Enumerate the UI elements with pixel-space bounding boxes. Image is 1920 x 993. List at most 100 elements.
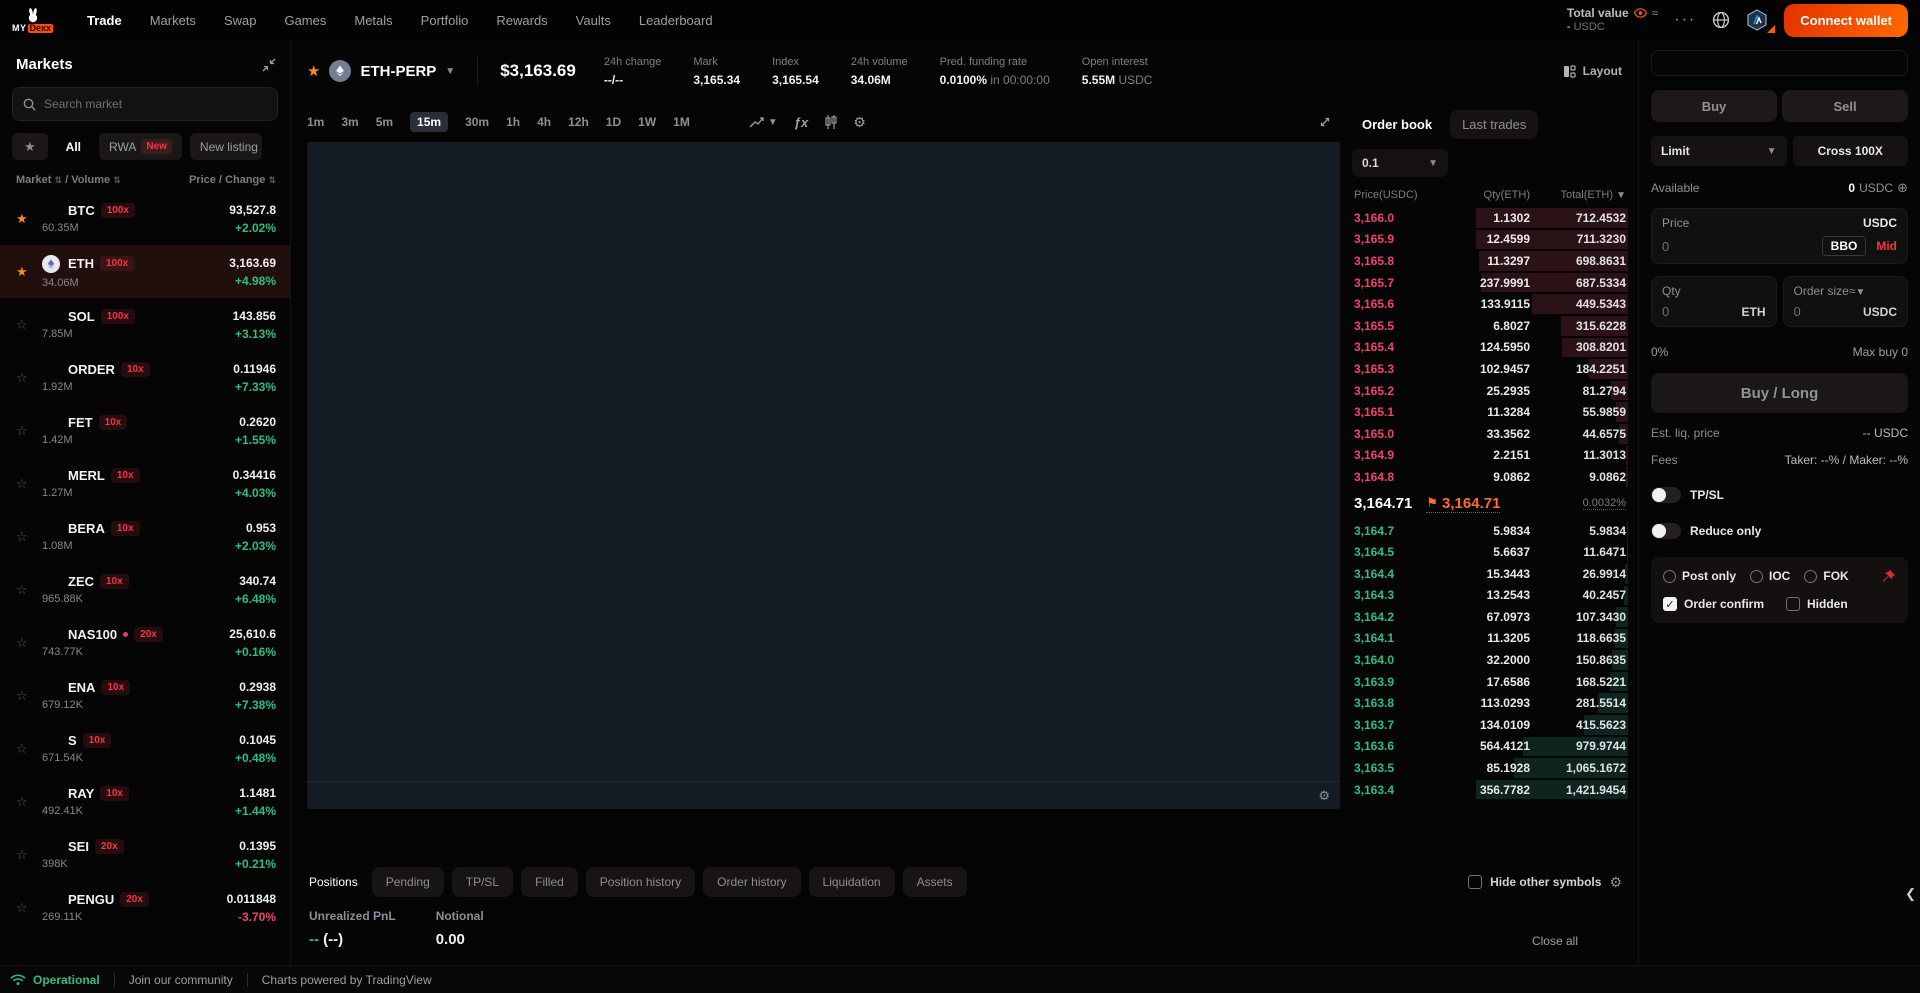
bid-row[interactable]: 3,163.7134.0109415.5623 bbox=[1352, 714, 1628, 736]
bid-row[interactable]: 3,163.917.6586168.5221 bbox=[1352, 671, 1628, 693]
chart-plot-area[interactable] bbox=[307, 142, 1340, 781]
drawing-tools-icon[interactable]: ▼ bbox=[749, 116, 778, 129]
nav-item-portfolio[interactable]: Portfolio bbox=[421, 13, 469, 28]
order-size-input[interactable] bbox=[1794, 304, 1854, 319]
radio-ioc[interactable]: IOC bbox=[1750, 569, 1790, 583]
ask-row[interactable]: 3,164.92.215111.3013 bbox=[1352, 445, 1628, 467]
market-row[interactable]: ☆S10x671.54K0.1045+0.48% bbox=[0, 722, 290, 775]
bid-row[interactable]: 3,163.585.19281,065.1672 bbox=[1352, 757, 1628, 779]
market-row[interactable]: ☆ENA10x679.12K0.2938+7.38% bbox=[0, 669, 290, 722]
bid-row[interactable]: 3,164.75.98345.9834 bbox=[1352, 520, 1628, 542]
qty-input[interactable] bbox=[1662, 304, 1722, 319]
favorite-star-icon[interactable]: ☆ bbox=[16, 423, 42, 439]
market-row[interactable]: ☆BERA10x1.08M0.953+2.03% bbox=[0, 510, 290, 563]
timeframe-5m[interactable]: 5m bbox=[376, 115, 393, 129]
timeframe-12h[interactable]: 12h bbox=[568, 115, 589, 129]
close-all-button[interactable]: Close all bbox=[1532, 934, 1622, 948]
sort-icon[interactable]: ⇅ bbox=[55, 175, 63, 185]
bid-row[interactable]: 3,164.415.344326.9914 bbox=[1352, 563, 1628, 585]
order-size-field[interactable]: Order size≈▼ USDC bbox=[1783, 276, 1909, 327]
order-confirm-checkbox[interactable]: ✓ Order confirm bbox=[1663, 597, 1764, 611]
candles-style-icon[interactable] bbox=[824, 115, 837, 129]
mid-button[interactable]: Mid bbox=[1876, 239, 1897, 253]
toggle-switch[interactable] bbox=[1651, 487, 1681, 503]
ask-row[interactable]: 3,164.89.08629.0862 bbox=[1352, 466, 1628, 488]
nav-item-vaults[interactable]: Vaults bbox=[576, 13, 611, 28]
buy-long-submit-button[interactable]: Buy / Long bbox=[1651, 373, 1908, 413]
timeframe-1W[interactable]: 1W bbox=[638, 115, 656, 129]
timeframe-1m[interactable]: 1m bbox=[307, 115, 324, 129]
timeframe-1D[interactable]: 1D bbox=[606, 115, 621, 129]
deposit-plus-icon[interactable]: ⊕ bbox=[1897, 180, 1908, 196]
collapse-right-panel-chevron[interactable]: ❮ bbox=[1905, 886, 1916, 902]
price-input[interactable] bbox=[1662, 239, 1722, 254]
positions-settings-gear-icon[interactable]: ⚙ bbox=[1609, 874, 1622, 891]
market-row[interactable]: ☆NAS10020x743.77K25,610.6+0.16% bbox=[0, 616, 290, 669]
size-slider[interactable]: 0% Max buy 0 bbox=[1651, 345, 1908, 359]
market-row[interactable]: ☆ZEC10x965.88K340.74+6.48% bbox=[0, 563, 290, 616]
tab-positions[interactable]: Positions bbox=[309, 867, 364, 897]
ask-row[interactable]: 3,165.3102.9457184.2251 bbox=[1352, 358, 1628, 380]
bid-row[interactable]: 3,164.55.663711.6471 bbox=[1352, 541, 1628, 563]
network-arbitrum-icon[interactable] bbox=[1746, 9, 1768, 31]
bid-row[interactable]: 3,164.032.2000150.8635 bbox=[1352, 649, 1628, 671]
buy-tab[interactable]: Buy bbox=[1651, 90, 1777, 122]
nav-item-rewards[interactable]: Rewards bbox=[496, 13, 547, 28]
spread-value[interactable]: 0.0032% bbox=[1583, 497, 1626, 510]
tab-order-history[interactable]: Order history bbox=[703, 867, 800, 897]
ask-row[interactable]: 3,165.033.356244.6575 bbox=[1352, 423, 1628, 445]
qty-field[interactable]: Qty ETH bbox=[1651, 276, 1777, 327]
tradingview-credit[interactable]: Charts powered by TradingView bbox=[262, 973, 432, 987]
margin-mode-button[interactable]: Cross 100X bbox=[1793, 136, 1909, 166]
chevron-down-icon[interactable]: ▼ bbox=[1616, 190, 1626, 201]
timeframe-4h[interactable]: 4h bbox=[537, 115, 551, 129]
order-type-select[interactable]: Limit▼ bbox=[1651, 136, 1787, 166]
sort-icon[interactable]: ⇅ bbox=[113, 175, 121, 185]
radio-post-only[interactable]: Post only bbox=[1663, 569, 1736, 583]
favorite-star-icon[interactable]: ★ bbox=[16, 264, 42, 280]
market-row[interactable]: ☆MERL10x1.27M0.34416+4.03% bbox=[0, 457, 290, 510]
eye-icon[interactable] bbox=[1634, 8, 1647, 18]
market-row[interactable]: ☆FET10x1.42M0.2620+1.55% bbox=[0, 404, 290, 457]
chart-settings-gear-icon[interactable]: ⚙ bbox=[853, 114, 866, 131]
market-row[interactable]: ★BTC100x60.35M93,527.8+2.02% bbox=[0, 192, 290, 245]
favorite-star-icon[interactable]: ☆ bbox=[16, 582, 42, 598]
favorite-star-icon[interactable]: ★ bbox=[16, 211, 42, 227]
favorite-star-icon[interactable]: ☆ bbox=[16, 688, 42, 704]
tab-position-history[interactable]: Position history bbox=[586, 867, 695, 897]
ask-row[interactable]: 3,166.01.1302712.4532 bbox=[1352, 207, 1628, 229]
search-market-input[interactable] bbox=[44, 97, 267, 111]
market-row[interactable]: ☆RAY10x492.41K1.1481+1.44% bbox=[0, 775, 290, 828]
nav-item-leaderboard[interactable]: Leaderboard bbox=[639, 13, 713, 28]
bid-row[interactable]: 3,163.8113.0293281.5514 bbox=[1352, 692, 1628, 714]
hide-other-symbols-checkbox[interactable] bbox=[1468, 875, 1482, 889]
reduce-only-toggle[interactable]: Reduce only bbox=[1651, 523, 1908, 539]
timeframe-3m[interactable]: 3m bbox=[341, 115, 358, 129]
timeframe-15m[interactable]: 15m bbox=[410, 112, 448, 132]
nav-item-games[interactable]: Games bbox=[284, 13, 326, 28]
collapse-panel-icon[interactable] bbox=[262, 58, 276, 72]
ask-row[interactable]: 3,165.4124.5950308.8201 bbox=[1352, 337, 1628, 359]
price-chart[interactable]: ⚙ bbox=[307, 142, 1340, 809]
ask-row[interactable]: 3,165.7237.9991687.5334 bbox=[1352, 272, 1628, 294]
favorite-star-icon[interactable]: ☆ bbox=[16, 741, 42, 757]
ask-row[interactable]: 3,165.56.8027315.6228 bbox=[1352, 315, 1628, 337]
bbo-button[interactable]: BBO bbox=[1822, 236, 1867, 256]
more-menu-icon[interactable]: ··· bbox=[1674, 11, 1696, 29]
ask-row[interactable]: 3,165.225.293581.2794 bbox=[1352, 380, 1628, 402]
bid-row[interactable]: 3,164.111.3205118.6635 bbox=[1352, 628, 1628, 650]
bid-row[interactable]: 3,163.6564.4121979.9744 bbox=[1352, 736, 1628, 758]
radio-fok[interactable]: FOK bbox=[1804, 569, 1848, 583]
axis-settings-gear-icon[interactable]: ⚙ bbox=[1318, 788, 1330, 804]
favorite-star-icon[interactable]: ★ bbox=[307, 62, 320, 80]
language-globe-icon[interactable] bbox=[1712, 11, 1730, 29]
favorite-star-icon[interactable]: ☆ bbox=[16, 794, 42, 810]
tab-liquidation[interactable]: Liquidation bbox=[809, 867, 895, 897]
market-row[interactable]: ☆SEI20x398K0.1395+0.21% bbox=[0, 828, 290, 881]
connect-wallet-button[interactable]: Connect wallet bbox=[1784, 4, 1908, 37]
indicators-fx-icon[interactable]: ƒx bbox=[794, 115, 808, 130]
chart-time-axis[interactable]: ⚙ bbox=[307, 781, 1340, 809]
nav-item-trade[interactable]: Trade bbox=[87, 13, 122, 28]
favorite-star-icon[interactable]: ☆ bbox=[16, 900, 42, 916]
logo[interactable]: MYDexx bbox=[12, 8, 53, 33]
